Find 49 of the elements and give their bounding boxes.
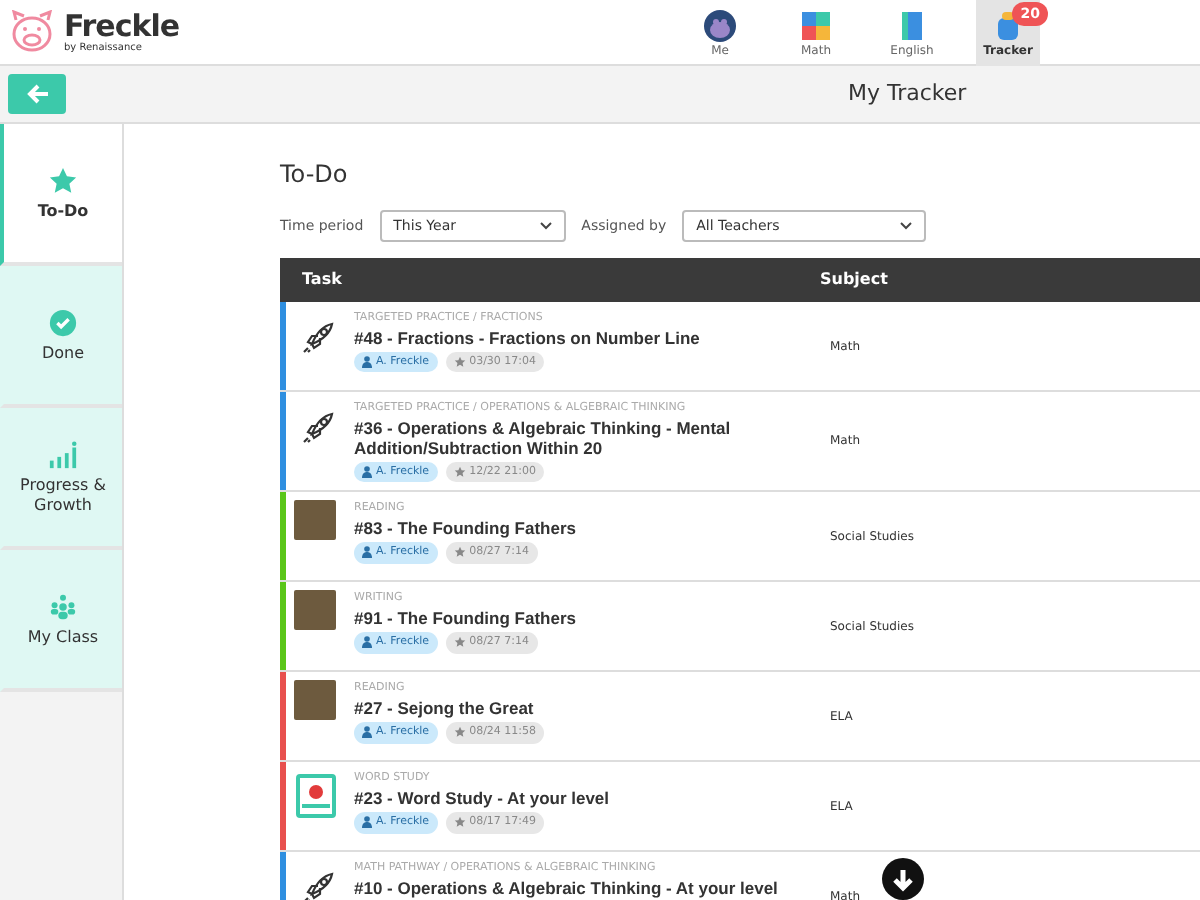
photo-placeholder — [294, 590, 336, 631]
star-icon — [453, 356, 466, 369]
book-icon — [896, 9, 928, 41]
photo-placeholder — [294, 680, 336, 721]
rocket-icon — [300, 319, 336, 356]
section-heading: To-Do — [280, 158, 350, 192]
rocket-icon — [300, 409, 336, 446]
pig-logo-icon — [8, 10, 56, 54]
caret-icon — [539, 222, 552, 230]
scroll-down-button[interactable] — [882, 858, 924, 900]
task-title: #91 - The Founding Fathers — [354, 608, 578, 629]
sidebar-item[interactable]: Progress & Growth — [0, 408, 122, 550]
task-title: #48 - Fractions - Fractions on Number Line — [354, 328, 702, 348]
sidebar-item[interactable]: My Class — [0, 550, 122, 692]
photo-placeholder — [294, 500, 336, 541]
task-title: #27 - Sejong the Great — [354, 698, 536, 719]
backpack-icon — [992, 9, 1024, 41]
down-arrow-icon — [892, 867, 914, 891]
person-icon — [362, 466, 372, 479]
check-circle-icon — [48, 307, 78, 337]
star-icon — [453, 546, 466, 559]
person-icon — [362, 356, 372, 369]
page-title: My Tracker — [848, 77, 967, 110]
group-icon — [48, 591, 78, 621]
task-title: #10 - Operations & Algebraic Thinking - At your level — [354, 878, 780, 899]
back-arrow-icon — [25, 84, 49, 104]
star-icon — [453, 466, 466, 479]
brand-name: Freckle — [64, 11, 180, 41]
column-header: Task — [302, 268, 344, 292]
star-icon — [453, 726, 466, 739]
star-icon — [453, 636, 466, 649]
bar-chart-icon — [48, 439, 78, 469]
hippo-avatar-icon — [704, 9, 736, 41]
person-icon — [362, 726, 372, 739]
rocket-icon — [300, 869, 336, 900]
column-header: Subject — [820, 268, 888, 292]
math-symbols-icon — [800, 9, 832, 41]
person-icon — [362, 816, 372, 829]
person-icon — [362, 546, 372, 559]
task-title: #83 - The Founding Fathers — [354, 518, 578, 539]
star-icon — [48, 165, 78, 195]
sidebar-item[interactable]: Done — [0, 266, 122, 408]
task-title: #23 - Word Study - At your level — [354, 788, 612, 809]
caret-icon — [900, 222, 913, 230]
apple-card-icon — [296, 773, 336, 818]
person-icon — [362, 636, 372, 649]
task-title: #36 - Operations & Algebraic Thinking - Mental Addition/Subtraction Within 20 — [354, 418, 733, 458]
star-icon — [453, 816, 466, 829]
sidebar-item[interactable]: To-Do — [0, 124, 122, 266]
